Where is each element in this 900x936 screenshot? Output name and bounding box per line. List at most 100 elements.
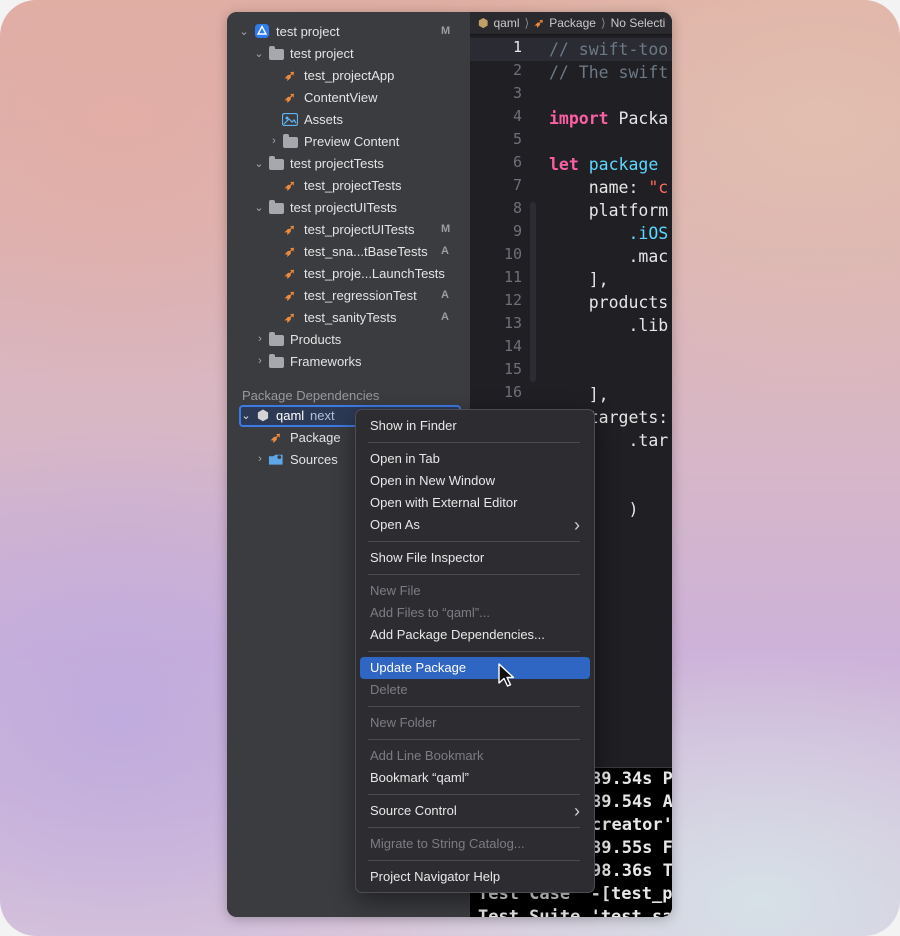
code-token: package bbox=[588, 155, 659, 174]
chevron-down-icon[interactable]: ⌄ bbox=[254, 48, 264, 60]
nav-row-label: Package bbox=[290, 429, 341, 445]
code-line: name: "c bbox=[549, 176, 668, 199]
line-number: 16 bbox=[503, 383, 522, 401]
menu-item-show-file-inspector[interactable]: Show File Inspector bbox=[360, 547, 590, 569]
menu-item-label: Add Line Bookmark bbox=[370, 748, 484, 763]
nav-row-label: ContentView bbox=[304, 89, 378, 105]
menu-item-new-file: New File bbox=[360, 580, 590, 602]
code-token: .iOS bbox=[628, 224, 669, 243]
package-dependencies-header: Package Dependencies bbox=[242, 388, 380, 403]
nav-row-file[interactable]: ➶ test_projectTests bbox=[227, 174, 470, 196]
line-number: 13 bbox=[503, 314, 522, 332]
chevron-right-icon[interactable]: › bbox=[255, 355, 265, 367]
nav-row-group-preview-content[interactable]: › Preview Content bbox=[227, 130, 470, 152]
console-line: creator' bbox=[591, 815, 672, 835]
nav-row-file[interactable]: ➶ test_sna...tBaseTests A bbox=[227, 240, 470, 262]
breadcrumb-item[interactable]: qaml bbox=[493, 16, 519, 30]
nav-row-label: test_regressionTest bbox=[304, 287, 417, 303]
nav-row-group-test-project[interactable]: ⌄ test project bbox=[227, 42, 470, 64]
nav-row-project-root[interactable]: ⌄ test project M bbox=[227, 20, 470, 42]
nav-row-label: Assets bbox=[304, 111, 344, 127]
menu-item-open-as[interactable]: Open As › bbox=[360, 514, 590, 536]
mouse-cursor-icon bbox=[498, 663, 515, 687]
folder-icon bbox=[268, 45, 284, 60]
menu-item-add-package-dependencies[interactable]: Add Package Dependencies... bbox=[360, 624, 590, 646]
chevron-down-icon[interactable]: ⌄ bbox=[239, 26, 249, 38]
menu-item-add-line-bookmark: Add Line Bookmark bbox=[360, 745, 590, 767]
menu-item-label: Source Control bbox=[370, 803, 457, 818]
nav-row-label: test project bbox=[276, 23, 340, 39]
menu-separator bbox=[368, 860, 580, 861]
scm-badge: M bbox=[441, 223, 451, 235]
chevron-down-icon[interactable]: ⌄ bbox=[254, 158, 264, 170]
nav-row-label: test projectUITests bbox=[290, 199, 397, 215]
line-number: 4 bbox=[512, 107, 522, 125]
chevron-right-icon: ⟩ bbox=[524, 16, 530, 30]
code-token: .mac bbox=[549, 247, 669, 266]
chevron-down-icon[interactable]: ⌄ bbox=[241, 410, 251, 422]
nav-row-file[interactable]: ➶ ContentView bbox=[227, 86, 470, 108]
breadcrumb-item[interactable]: No Selecti bbox=[611, 16, 666, 30]
line-number: 10 bbox=[503, 245, 522, 263]
menu-separator bbox=[368, 706, 580, 707]
chevron-right-icon[interactable]: › bbox=[255, 453, 265, 465]
chevron-right-icon[interactable]: › bbox=[255, 333, 265, 345]
menu-separator bbox=[368, 541, 580, 542]
package-icon: ⬢ bbox=[256, 407, 270, 423]
menu-item-add-files-to-qaml: Add Files to “qaml”... bbox=[360, 602, 590, 624]
menu-item-source-control[interactable]: Source Control › bbox=[360, 800, 590, 822]
nav-row-file[interactable]: ➶ test_sanityTests A bbox=[227, 306, 470, 328]
menu-item-open-in-tab[interactable]: Open in Tab bbox=[360, 448, 590, 470]
nav-row-file[interactable]: Assets bbox=[227, 108, 470, 130]
menu-item-delete: Delete bbox=[360, 679, 590, 701]
line-number: 7 bbox=[512, 176, 522, 194]
nav-row-file[interactable]: ➶ test_projectUITests M bbox=[227, 218, 470, 240]
nav-row-group-frameworks[interactable]: › Frameworks bbox=[227, 350, 470, 372]
menu-item-open-with-external-editor[interactable]: Open with External Editor bbox=[360, 492, 590, 514]
folder-icon bbox=[268, 353, 284, 368]
package-version-tag: next bbox=[310, 407, 335, 423]
line-number: 5 bbox=[512, 130, 522, 148]
nav-row-label: test_sna...tBaseTests bbox=[304, 243, 428, 259]
sources-folder-icon bbox=[268, 452, 284, 466]
swift-file-icon: ➶ bbox=[284, 67, 296, 83]
nav-row-label: test_projectApp bbox=[304, 67, 395, 83]
swift-file-icon: ➶ bbox=[270, 429, 282, 445]
code-token: products bbox=[549, 293, 669, 312]
package-name: qaml bbox=[276, 407, 305, 423]
menu-item-update-package[interactable]: Update Package bbox=[360, 657, 590, 679]
menu-item-open-in-new-window[interactable]: Open in New Window bbox=[360, 470, 590, 492]
package-icon: ⬢ bbox=[478, 16, 489, 30]
menu-item-label: Bookmark “qaml” bbox=[370, 770, 469, 785]
menu-item-label: Show File Inspector bbox=[370, 550, 485, 565]
nav-row-group-products[interactable]: › Products bbox=[227, 328, 470, 350]
chevron-down-icon[interactable]: ⌄ bbox=[254, 202, 264, 214]
nav-row-file[interactable]: ➶ test_proje...LaunchTests bbox=[227, 262, 470, 284]
chevron-right-icon: › bbox=[574, 515, 580, 535]
nav-row-group-uitests[interactable]: ⌄ test projectUITests bbox=[227, 196, 470, 218]
breadcrumb-item[interactable]: Package bbox=[549, 16, 596, 30]
menu-separator bbox=[368, 574, 580, 575]
menu-item-project-navigator-help[interactable]: Project Navigator Help bbox=[360, 866, 590, 888]
swift-file-icon: ➶ bbox=[284, 177, 296, 193]
scm-badge: A bbox=[441, 311, 449, 323]
code-token: "c bbox=[648, 178, 669, 197]
code-line: // The swift bbox=[549, 61, 668, 84]
line-number: 11 bbox=[503, 268, 522, 286]
chevron-right-icon[interactable]: › bbox=[269, 135, 279, 147]
code-line: let package bbox=[549, 153, 668, 176]
nav-row-label: test_projectTests bbox=[304, 177, 402, 193]
nav-row-label: test projectTests bbox=[290, 155, 384, 171]
menu-item-show-in-finder[interactable]: Show in Finder bbox=[360, 415, 590, 437]
code-line: // swift-too bbox=[549, 38, 668, 61]
chevron-right-icon: ⟩ bbox=[600, 16, 606, 30]
nav-row-file[interactable]: ➶ test_regressionTest A bbox=[227, 284, 470, 306]
app-project-icon bbox=[254, 24, 270, 38]
nav-row-label: test_projectUITests bbox=[304, 221, 415, 237]
nav-row-group-tests[interactable]: ⌄ test projectTests bbox=[227, 152, 470, 174]
scm-badge: A bbox=[441, 245, 449, 257]
menu-item-bookmark-qaml[interactable]: Bookmark “qaml” bbox=[360, 767, 590, 789]
nav-row-file[interactable]: ➶ test_projectApp bbox=[227, 64, 470, 86]
